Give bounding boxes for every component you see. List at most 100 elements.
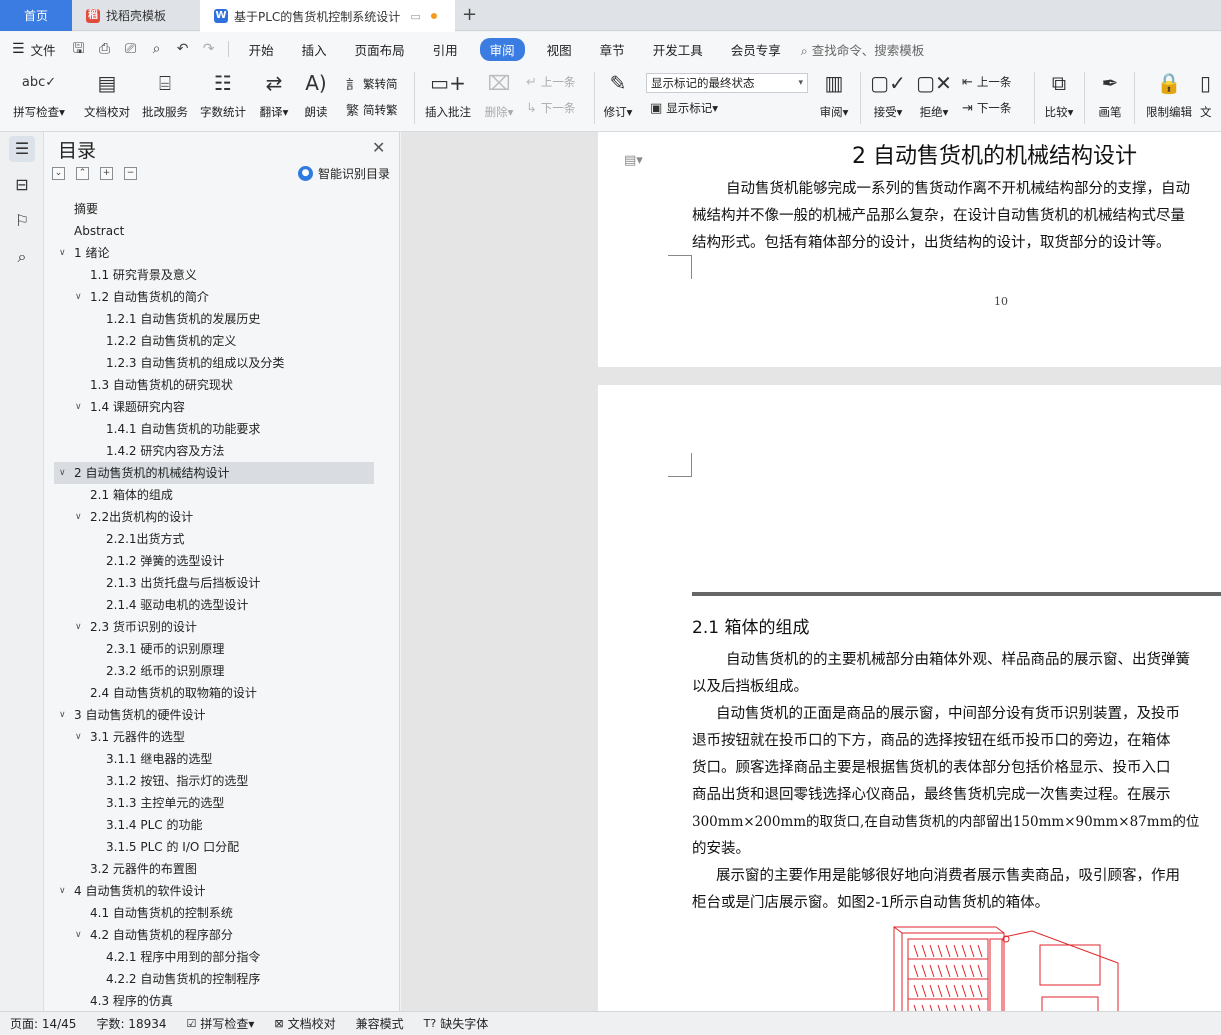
show-markup-button[interactable]: ▣ 显示标记 ▾ (650, 100, 718, 116)
print-icon[interactable]: ⎚ (123, 41, 139, 57)
review-pane-button[interactable]: ▥ 审阅▾ (814, 70, 854, 120)
chevron-down-icon[interactable]: ∨ (59, 880, 66, 902)
toc-item[interactable]: 1.1 研究背景及意义 (54, 264, 374, 286)
toc-item[interactable]: ∨ 1.4 课题研究内容 (54, 396, 374, 418)
add-heading-icon[interactable]: + (100, 167, 113, 180)
insert-comment-button[interactable]: ▭+ 插入批注 (420, 70, 476, 120)
toc-item[interactable]: ∨ 3.1 元器件的选型 (54, 726, 374, 748)
chevron-down-icon[interactable]: ∨ (75, 286, 82, 308)
read-aloud-button[interactable]: A) 朗读 (298, 70, 334, 120)
chevron-down-icon[interactable]: ∨ (59, 462, 66, 484)
toc-item[interactable]: 1.3 自动售货机的研究现状 (54, 374, 374, 396)
toc-panel-icon[interactable]: ☰ (9, 136, 35, 162)
toc-item[interactable]: 3.1.5 PLC 的 I/O 口分配 (54, 836, 374, 858)
toc-item[interactable]: 2.1.4 驱动电机的选型设计 (54, 594, 374, 616)
toc-item[interactable]: 4.3 程序的仿真 (54, 990, 374, 1008)
menu-start[interactable]: 开始 (235, 40, 288, 59)
chevron-down-icon[interactable]: ∨ (75, 506, 82, 528)
menu-developer[interactable]: 开发工具 (639, 40, 717, 59)
toc-item[interactable]: 2.3.2 纸币的识别原理 (54, 660, 374, 682)
toc-item[interactable]: 1.2.3 自动售货机的组成以及分类 (54, 352, 374, 374)
chevron-down-icon[interactable]: ∨ (59, 704, 66, 726)
document-protect-button[interactable]: ▯ 文 (1200, 70, 1221, 120)
export-pdf-icon[interactable]: ⎙ (97, 41, 113, 57)
toc-item[interactable]: 4.2.1 程序中用到的部分指令 (54, 946, 374, 968)
new-tab-plus-icon[interactable]: + (462, 4, 477, 25)
menu-review[interactable]: 审阅 (479, 37, 525, 61)
chevron-down-icon[interactable]: ∨ (75, 396, 82, 418)
translate-button[interactable]: ⇄ 翻译▾ (254, 70, 294, 120)
toc-item[interactable]: Abstract (54, 220, 374, 242)
batch-service-button[interactable]: ⌸ 批改服务 (138, 70, 192, 120)
toc-item[interactable]: 4.1 自动售货机的控制系统 (54, 902, 374, 924)
toc-item[interactable]: 3.1.2 按钮、指示灯的选型 (54, 770, 374, 792)
undo-icon[interactable]: ↶ (175, 41, 191, 57)
toc-item[interactable]: 1.4.2 研究内容及方法 (54, 440, 374, 462)
command-search[interactable]: ⌕ 查找命令、搜索模板 (801, 40, 925, 59)
toc-item[interactable]: 1.4.1 自动售货机的功能要求 (54, 418, 374, 440)
toc-item[interactable]: ∨ 3 自动售货机的硬件设计 (54, 704, 374, 726)
toc-item[interactable]: ∨ 4.2 自动售货机的程序部分 (54, 924, 374, 946)
smart-toc-button[interactable]: ● 智能识别目录 (298, 165, 390, 182)
toc-item[interactable]: ∨ 2.2出货机构的设计 (54, 506, 374, 528)
bookmark-icon[interactable]: ⚐ (9, 208, 35, 234)
chevron-down-icon[interactable]: ∨ (75, 924, 82, 946)
toc-item[interactable]: 2.1.3 出货托盘与后挡板设计 (54, 572, 374, 594)
search-icon[interactable]: ⌕ (9, 244, 35, 270)
toc-item[interactable]: 3.1.1 继电器的选型 (54, 748, 374, 770)
toc-item[interactable]: ∨ 2 自动售货机的机械结构设计 (54, 462, 374, 484)
to-traditional-button[interactable]: 訁 繁转简 (346, 74, 398, 94)
toc-item[interactable]: 3.1.3 主控单元的选型 (54, 792, 374, 814)
menu-references[interactable]: 引用 (419, 40, 472, 59)
menu-member[interactable]: 会员专享 (717, 40, 795, 59)
tab-home[interactable]: 首页 (0, 0, 72, 31)
toc-item[interactable]: 1.2.2 自动售货机的定义 (54, 330, 374, 352)
next-change-button[interactable]: ⇥ 下一条 (962, 100, 1011, 116)
next-comment-button[interactable]: ↳ 下一条 (526, 100, 575, 116)
document-outline-icon[interactable]: ▤▾ (624, 153, 643, 168)
word-count-button[interactable]: ☷ 字数统计 (196, 70, 250, 120)
doc-proof-status[interactable]: ⊠ 文档校对 (264, 1015, 345, 1032)
remove-heading-icon[interactable]: − (124, 167, 137, 180)
toc-item[interactable]: 2.2.1出货方式 (54, 528, 374, 550)
toc-item[interactable]: 2.4 自动售货机的取物箱的设计 (54, 682, 374, 704)
monitor-icon[interactable]: ▭ (410, 10, 420, 23)
toc-item[interactable]: ∨ 1 绪论 (54, 242, 374, 264)
toc-item[interactable]: 2.3.1 硬币的识别原理 (54, 638, 374, 660)
spell-check-button[interactable]: abc✓ 拼写检查▾ (8, 70, 70, 120)
toc-item[interactable]: 1.2.1 自动售货机的发展历史 (54, 308, 374, 330)
menu-view[interactable]: 视图 (533, 40, 586, 59)
reject-button[interactable]: ▢✕ 拒绝▾ (912, 70, 956, 120)
toc-item[interactable]: 3.2 元器件的布置图 (54, 858, 374, 880)
toc-item[interactable]: 2.1 箱体的组成 (54, 484, 374, 506)
chapter-nav-icon[interactable]: ⊟ (9, 172, 35, 198)
page-indicator[interactable]: 页面: 14/45 (0, 1015, 86, 1032)
tab-template-store[interactable]: 稻 找稻壳模板 (72, 0, 200, 31)
menu-page-layout[interactable]: 页面布局 (341, 40, 419, 59)
toc-item[interactable]: 2.1.2 弹簧的选型设计 (54, 550, 374, 572)
missing-font-status[interactable]: T? 缺失字体 (414, 1015, 499, 1032)
toc-item[interactable]: ∨ 4 自动售货机的软件设计 (54, 880, 374, 902)
accept-button[interactable]: ▢✓ 接受▾ (866, 70, 910, 120)
revise-button[interactable]: ✎ 修订▾ (598, 70, 638, 120)
close-icon[interactable]: ✕ (372, 138, 385, 157)
doc-proof-button[interactable]: ▤ 文档校对 (78, 70, 136, 120)
toc-item[interactable]: 3.1.4 PLC 的功能 (54, 814, 374, 836)
collapse-all-icon[interactable]: ⌄ (52, 167, 65, 180)
chevron-down-icon[interactable]: ∨ (59, 242, 66, 264)
chevron-down-icon[interactable]: ∨ (75, 726, 82, 748)
tab-document[interactable]: W 基于PLC的售货机控制系统设计 ▭ (200, 0, 455, 32)
redo-icon[interactable]: ↷ (201, 41, 217, 57)
prev-change-button[interactable]: ⇤ 上一条 (962, 74, 1011, 90)
expand-all-icon[interactable]: ⌃ (76, 167, 89, 180)
file-menu[interactable]: ☰ 文件 (0, 40, 66, 59)
toc-item[interactable]: 摘要 (54, 198, 374, 220)
compare-button[interactable]: ⧉ 比较▾ (1038, 70, 1080, 120)
save-icon[interactable]: 🖫 (71, 41, 87, 57)
word-count-indicator[interactable]: 字数: 18934 (86, 1015, 176, 1032)
menu-insert[interactable]: 插入 (288, 40, 341, 59)
pen-button[interactable]: ✒ 画笔 (1090, 70, 1130, 120)
toc-item[interactable]: ∨ 1.2 自动售货机的简介 (54, 286, 374, 308)
to-simplified-button[interactable]: 繁 简转繁 (346, 100, 398, 120)
chevron-down-icon[interactable]: ∨ (75, 616, 82, 638)
